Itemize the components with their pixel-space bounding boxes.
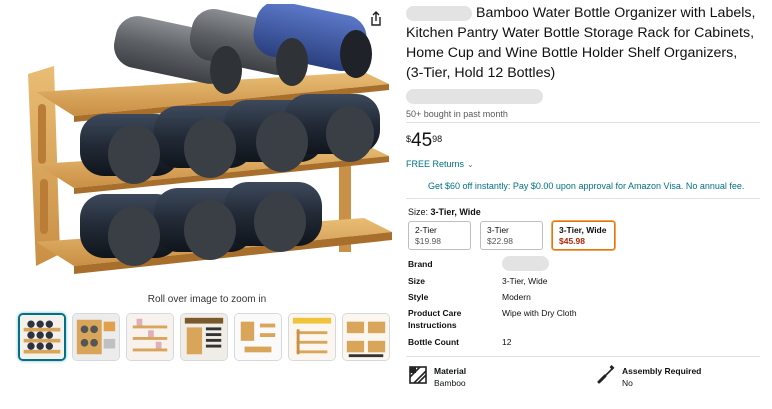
- spec-value: 12: [502, 337, 512, 347]
- spec-value: [502, 256, 549, 272]
- spec-value: Modern: [502, 292, 531, 302]
- divider: [406, 122, 760, 123]
- visa-promo-link[interactable]: Get $60 off instantly: Pay $0.00 upon ap…: [428, 181, 744, 191]
- feature-key: Material: [434, 366, 467, 376]
- thumb-label-stickers-icon[interactable]: [180, 313, 228, 361]
- main-product-image[interactable]: [14, 1, 394, 289]
- size-option-price: $22.98: [487, 236, 513, 246]
- material-icon: [409, 366, 427, 384]
- size-option-2-tier[interactable]: 2-Tier $19.98: [408, 221, 471, 250]
- size-label: Size: 3-Tier, Wide: [408, 207, 481, 217]
- size-option-label: 2-Tier: [415, 225, 437, 235]
- divider: [406, 356, 760, 357]
- product-title: Bamboo Water Bottle Organizer with Label…: [406, 3, 756, 83]
- spec-value: 3-Tier, Wide: [502, 276, 548, 286]
- feature-material: Material Bamboo: [408, 365, 466, 389]
- size-option-label: 3-Tier: [487, 225, 509, 235]
- thumbnail-strip: [18, 313, 390, 361]
- spec-key: Size: [408, 276, 426, 286]
- thumb-easy-assembly-icon[interactable]: [288, 313, 336, 361]
- redacted-store-link[interactable]: [406, 89, 543, 104]
- spec-key: Product Care Instructions: [408, 308, 462, 330]
- thumb-rack-detail-icon[interactable]: [72, 313, 120, 361]
- price: $ 45 98: [406, 131, 442, 151]
- size-option-price: $19.98: [415, 236, 441, 246]
- size-option-3-tier[interactable]: 3-Tier $22.98: [480, 221, 543, 250]
- size-option-3-tier-wide[interactable]: 3-Tier, Wide $45.98: [552, 221, 615, 250]
- size-option-price: $45.98: [559, 236, 585, 246]
- bought-in-past-month: 50+ bought in past month: [406, 109, 508, 119]
- size-selected-value: 3-Tier, Wide: [430, 207, 481, 217]
- free-returns-link[interactable]: FREE Returns ⌄: [406, 159, 474, 169]
- redacted-brand-value: [502, 256, 549, 272]
- chevron-down-icon: ⌄: [467, 160, 474, 169]
- thumb-rack-shelf-icon[interactable]: [126, 313, 174, 361]
- feature-key: Assembly Required: [622, 366, 702, 376]
- price-fraction: 98: [432, 134, 443, 144]
- feature-value: Bamboo: [434, 378, 466, 388]
- share-icon[interactable]: [367, 10, 385, 28]
- size-options: 2-Tier $19.98 3-Tier $22.98 3-Tier, Wide…: [408, 221, 615, 250]
- spec-key: Style: [408, 292, 429, 302]
- divider: [406, 198, 760, 199]
- feature-assembly: Assembly Required No: [596, 365, 701, 389]
- free-returns-label: FREE Returns: [406, 159, 465, 169]
- thumb-rack-dark-bottles-icon[interactable]: [18, 313, 66, 361]
- size-label-text: Size:: [408, 207, 429, 217]
- price-whole: 45: [411, 130, 433, 151]
- size-option-label: 3-Tier, Wide: [559, 225, 607, 235]
- redacted-brand: [406, 5, 472, 21]
- zoom-hint: Roll over image to zoom in: [147, 294, 267, 305]
- spec-key: Brand: [408, 259, 433, 269]
- thumb-parts-icon[interactable]: [234, 313, 282, 361]
- feature-value: No: [622, 378, 633, 388]
- spec-key: Bottle Count: [408, 337, 459, 347]
- screwdriver-icon: [597, 365, 615, 384]
- spec-value: Wipe with Dry Cloth: [502, 308, 577, 318]
- thumb-stacked-racks-icon[interactable]: [342, 313, 390, 361]
